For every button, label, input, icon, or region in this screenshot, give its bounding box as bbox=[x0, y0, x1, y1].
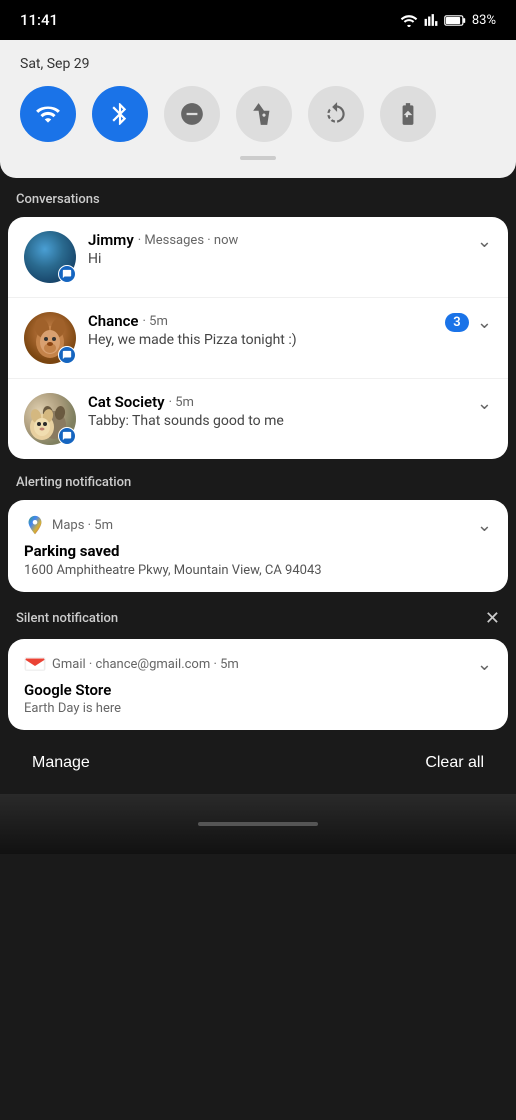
status-bar: 11:41 83% bbox=[0, 0, 516, 40]
rotate-toggle[interactable] bbox=[308, 86, 364, 142]
chance-name: Chance bbox=[88, 312, 139, 330]
rotate-icon bbox=[323, 101, 349, 127]
conversation-chance[interactable]: Chance · 5m Hey, we made this Pizza toni… bbox=[8, 298, 508, 379]
status-time: 11:41 bbox=[20, 11, 58, 29]
jimmy-meta: · Messages · now bbox=[138, 233, 239, 248]
dnd-icon bbox=[179, 101, 205, 127]
dnd-toggle[interactable] bbox=[164, 86, 220, 142]
jimmy-message: Hi bbox=[88, 251, 469, 267]
maps-notification-body: 1600 Amphitheatre Pkwy, Mountain View, C… bbox=[24, 563, 492, 578]
wifi-toggle[interactable] bbox=[20, 86, 76, 142]
qs-date: Sat, Sep 29 bbox=[20, 56, 496, 72]
silent-label: Silent notification bbox=[16, 611, 118, 626]
alerting-label: Alerting notification bbox=[16, 475, 131, 490]
gmail-notification-header: Gmail · chance@gmail.com · 5m ⌄ bbox=[24, 653, 492, 675]
conversation-cat-society[interactable]: Cat Society · 5m Tabby: That sounds good… bbox=[8, 379, 508, 459]
qs-toggles bbox=[20, 86, 496, 142]
jimmy-actions: ⌄ bbox=[477, 231, 492, 252]
chance-content: Chance · 5m Hey, we made this Pizza toni… bbox=[88, 312, 437, 348]
chance-message: Hey, we made this Pizza tonight :) bbox=[88, 332, 437, 348]
cat-society-header-row: Cat Society · 5m bbox=[88, 393, 469, 411]
chance-unread-badge: 3 bbox=[445, 313, 469, 332]
quick-settings-panel: Sat, Sep 29 bbox=[0, 40, 516, 178]
chance-avatar-wrap bbox=[24, 312, 76, 364]
battery-status-icon bbox=[444, 14, 466, 27]
maps-expand-chevron[interactable]: ⌄ bbox=[477, 515, 492, 536]
battery-saver-toggle[interactable] bbox=[380, 86, 436, 142]
clear-all-button[interactable]: Clear all bbox=[421, 746, 488, 780]
maps-notification-title: Parking saved bbox=[24, 542, 492, 560]
gmail-notification[interactable]: Gmail · chance@gmail.com · 5m ⌄ Google S… bbox=[8, 639, 508, 730]
battery-percent: 83% bbox=[472, 13, 496, 28]
chance-header-row: Chance · 5m bbox=[88, 312, 437, 330]
chance-meta: · 5m bbox=[143, 314, 168, 329]
silent-card: Gmail · chance@gmail.com · 5m ⌄ Google S… bbox=[8, 639, 508, 730]
gmail-notification-title: Google Store bbox=[24, 681, 492, 699]
messages-badge-icon-3 bbox=[62, 431, 72, 441]
cat-society-actions: ⌄ bbox=[477, 393, 492, 414]
cat-society-meta: · 5m bbox=[169, 395, 194, 410]
maps-notification[interactable]: Maps · 5m ⌄ Parking saved 1600 Amphithea… bbox=[8, 500, 508, 592]
conversation-jimmy[interactable]: Jimmy · Messages · now Hi ⌄ bbox=[8, 217, 508, 298]
qs-drag-handle[interactable] bbox=[240, 156, 276, 160]
wifi-icon bbox=[35, 101, 61, 127]
jimmy-app-badge bbox=[58, 265, 76, 283]
cat-society-name: Cat Society bbox=[88, 393, 165, 411]
cat-society-expand-chevron[interactable]: ⌄ bbox=[477, 393, 492, 414]
jimmy-expand-chevron[interactable]: ⌄ bbox=[477, 231, 492, 252]
manage-button[interactable]: Manage bbox=[28, 746, 94, 780]
maps-app-row: Maps · 5m bbox=[24, 514, 113, 536]
cat-society-content: Cat Society · 5m Tabby: That sounds good… bbox=[88, 393, 469, 429]
cat-app-badge bbox=[58, 427, 76, 445]
gmail-app-meta: Gmail · chance@gmail.com · 5m bbox=[52, 657, 239, 672]
cat-avatar-wrap bbox=[24, 393, 76, 445]
alerting-section-header: Alerting notification bbox=[0, 461, 516, 500]
gmail-notification-body: Earth Day is here bbox=[24, 701, 492, 716]
jimmy-avatar-wrap bbox=[24, 231, 76, 283]
home-indicator[interactable] bbox=[198, 822, 318, 826]
conversations-section-header: Conversations bbox=[0, 178, 516, 217]
jimmy-header-row: Jimmy · Messages · now bbox=[88, 231, 469, 249]
status-icons: 83% bbox=[400, 13, 496, 28]
jimmy-content: Jimmy · Messages · now Hi bbox=[88, 231, 469, 267]
maps-icon bbox=[24, 514, 46, 536]
wifi-status-icon bbox=[400, 13, 418, 27]
jimmy-name: Jimmy bbox=[88, 231, 134, 249]
home-indicator-area bbox=[0, 794, 516, 854]
bottom-bar: Manage Clear all bbox=[0, 732, 516, 794]
gmail-app-row: Gmail · chance@gmail.com · 5m bbox=[24, 653, 239, 675]
gmail-icon bbox=[24, 653, 46, 675]
chance-expand-chevron[interactable]: ⌄ bbox=[477, 312, 492, 333]
flashlight-icon bbox=[251, 101, 277, 127]
cat-society-message: Tabby: That sounds good to me bbox=[88, 413, 469, 429]
silent-close-button[interactable]: ✕ bbox=[485, 608, 500, 629]
chance-actions: 3 ⌄ bbox=[445, 312, 492, 333]
bluetooth-icon bbox=[107, 101, 133, 127]
conversations-label: Conversations bbox=[16, 192, 100, 207]
maps-app-name: Maps · 5m bbox=[52, 518, 113, 533]
silent-section-header: Silent notification ✕ bbox=[0, 594, 516, 639]
chance-app-badge bbox=[58, 346, 76, 364]
gmail-expand-chevron[interactable]: ⌄ bbox=[477, 654, 492, 675]
alerting-card: Maps · 5m ⌄ Parking saved 1600 Amphithea… bbox=[8, 500, 508, 592]
signal-status-icon bbox=[424, 13, 438, 27]
bluetooth-toggle[interactable] bbox=[92, 86, 148, 142]
messages-badge-icon-2 bbox=[62, 350, 72, 360]
conversations-card: Jimmy · Messages · now Hi ⌄ bbox=[8, 217, 508, 459]
flashlight-toggle[interactable] bbox=[236, 86, 292, 142]
battery-saver-icon bbox=[395, 101, 421, 127]
maps-notification-header: Maps · 5m ⌄ bbox=[24, 514, 492, 536]
messages-badge-icon bbox=[62, 269, 72, 279]
